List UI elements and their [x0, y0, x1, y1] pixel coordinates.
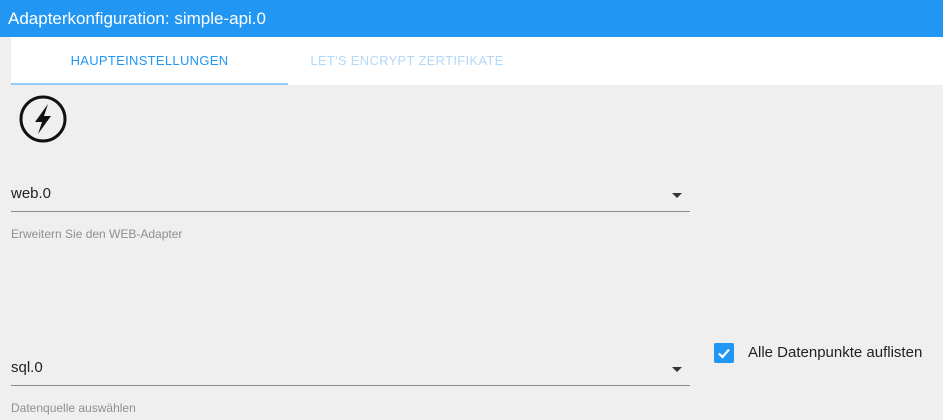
- tab-label: LET'S ENCRYPT ZERTIFIKATE: [310, 53, 504, 68]
- data-source-helper-text: Datenquelle auswählen: [11, 401, 136, 415]
- web-adapter-select-value: web.0: [11, 185, 52, 202]
- checkbox-label: Alle Datenpunkte auflisten: [748, 344, 923, 361]
- data-source-select[interactable]: sql.0: [11, 355, 690, 386]
- dropdown-arrow-icon: [672, 193, 682, 198]
- dropdown-arrow-icon: [672, 367, 682, 372]
- data-source-select-value: sql.0: [11, 359, 43, 376]
- tab-label: HAUPTEINSTELLUNGEN: [70, 53, 229, 68]
- web-adapter-select[interactable]: web.0: [11, 181, 690, 212]
- tab-lets-encrypt[interactable]: LET'S ENCRYPT ZERTIFIKATE: [288, 37, 526, 85]
- socketio-lightning-icon: [18, 94, 68, 144]
- checkbox-checked-icon[interactable]: [714, 343, 734, 363]
- web-adapter-helper-text: Erweitern Sie den WEB-Adapter: [11, 227, 183, 241]
- window-title: Adapterkonfiguration: simple-api.0: [8, 9, 266, 28]
- window-title-bar: Adapterkonfiguration: simple-api.0: [0, 0, 943, 37]
- tab-bar: HAUPTEINSTELLUNGEN LET'S ENCRYPT ZERTIFI…: [11, 37, 943, 85]
- tab-haupteinstellungen[interactable]: HAUPTEINSTELLUNGEN: [11, 37, 288, 85]
